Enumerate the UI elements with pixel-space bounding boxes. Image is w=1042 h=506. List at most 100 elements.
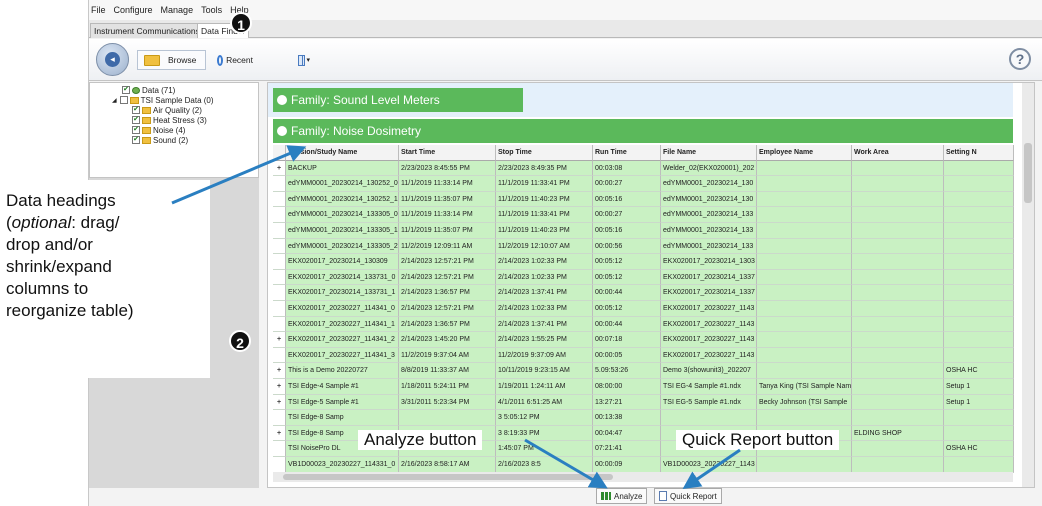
checkbox-icon[interactable]: ✔ (132, 106, 140, 114)
column-header[interactable]: Work Area (852, 145, 944, 161)
column-header[interactable]: Employee Name (757, 145, 852, 161)
table-row[interactable]: edYMM0001_20230214_130252_1 11/1/2019 11:… (273, 191, 1014, 208)
help-button[interactable]: ? (1009, 48, 1031, 70)
table-row[interactable]: EKX020017_20230227_114341_0 2/14/2023 12:… (273, 301, 1014, 317)
table-cell: 2/14/2023 1:36:57 PM (399, 316, 496, 333)
expand-row-button[interactable] (273, 238, 286, 255)
table-row[interactable]: edYMM0001_20230214_130252_0 11/1/2019 11:… (273, 176, 1014, 192)
expand-arrow-icon[interactable]: ◢ (112, 97, 117, 104)
table-row[interactable]: VB1D00023_20230227_114331_0 2/16/2023 8:5… (273, 457, 1014, 473)
table-cell (944, 176, 1014, 192)
quick-report-button[interactable]: Quick Report (654, 488, 722, 504)
tree-item-heat-stress[interactable]: ✔ Heat Stress (3) (132, 115, 207, 125)
column-header[interactable]: Stop Time (496, 145, 593, 161)
tree-item-tsi-sample-data[interactable]: ◢ TSI Sample Data (0) (112, 95, 214, 105)
column-chooser-button[interactable]: ▾ (291, 50, 317, 70)
expand-row-button[interactable] (273, 254, 286, 270)
table-row[interactable]: EKX020017_20230214_133731_1 2/14/2023 1:3… (273, 285, 1014, 301)
expand-row-button[interactable] (273, 269, 286, 286)
table-cell: 00:05:16 (593, 191, 661, 208)
folder-icon (129, 96, 139, 104)
table-cell: This is a Demo 20220727 (286, 363, 399, 379)
table-row[interactable]: + TSI Edge-5 Sample #1 3/31/2011 5:23:34 P… (273, 394, 1014, 411)
collapse-icon (277, 126, 287, 136)
checkbox-icon[interactable]: ✔ (122, 86, 130, 94)
checkbox-icon[interactable]: ✔ (132, 136, 140, 144)
expand-row-button[interactable]: + (273, 363, 286, 379)
tree-item-noise[interactable]: ✔ Noise (4) (132, 125, 185, 135)
table-cell: 00:00:05 (593, 347, 661, 364)
checkbox-icon[interactable]: ✔ (132, 116, 140, 124)
expand-row-button[interactable]: + (273, 394, 286, 411)
table-row[interactable]: + TSI Edge-4 Sample #1 1/18/2011 5:24:11 P… (273, 379, 1014, 395)
expand-row-button[interactable] (273, 410, 286, 426)
vertical-scrollbar[interactable] (1022, 83, 1034, 487)
table-row[interactable]: edYMM0001_20230214_133305_0 11/1/2019 11:… (273, 207, 1014, 223)
home-button[interactable]: ◂ (96, 43, 129, 76)
table-cell: 2/16/2023 8:58:17 AM (399, 457, 496, 473)
table-row[interactable]: + BACKUP 2/23/2023 8:45:55 PM 2/23/2023 8:4… (273, 160, 1014, 177)
column-header[interactable]: Setting N (944, 145, 1014, 161)
tree-label: Heat Stress (3) (153, 115, 207, 125)
scroll-thumb[interactable] (283, 474, 613, 480)
table-row[interactable]: + EKX020017_20230227_114341_2 2/14/2023 1:… (273, 332, 1014, 348)
search-icon (217, 54, 224, 66)
expand-row-button[interactable]: + (273, 160, 286, 177)
table-cell (757, 191, 852, 208)
menu-file[interactable]: File (91, 5, 106, 15)
column-header[interactable]: File Name (661, 145, 757, 161)
recent-button[interactable]: Recent (210, 50, 260, 70)
expand-row-button[interactable] (273, 347, 286, 364)
analyze-button[interactable]: Analyze (596, 488, 648, 504)
expand-row-button[interactable]: + (273, 425, 286, 442)
tab-instrument-communications[interactable]: Instrument Communications (90, 23, 204, 38)
expand-row-button[interactable] (273, 207, 286, 223)
column-header[interactable]: Session/Study Name (286, 145, 399, 161)
expand-row-button[interactable] (273, 441, 286, 457)
menu-manage[interactable]: Manage (161, 5, 194, 15)
table-row[interactable]: EKX020017_20230227_114341_3 11/2/2019 9:3… (273, 347, 1014, 364)
table-row[interactable]: edYMM0001_20230214_133305_2 11/2/2019 12:… (273, 238, 1014, 255)
table-row[interactable]: TSI Edge-8 Samp 3 5:05:12 PM 00:13:38 (273, 410, 1014, 426)
table-row[interactable]: EKX020017_20230227_114341_1 2/14/2023 1:3… (273, 316, 1014, 333)
table-cell: 00:03:08 (593, 160, 661, 177)
table-cell: 00:13:38 (593, 410, 661, 426)
checkbox-icon[interactable] (119, 96, 128, 104)
menu-tools[interactable]: Tools (201, 5, 222, 15)
table-row[interactable]: EKX020017_20230214_133731_0 2/14/2023 12:… (273, 269, 1014, 286)
table-cell: 13:27:21 (593, 394, 661, 411)
expand-row-button[interactable] (273, 316, 286, 333)
table-cell: 11/2/2019 9:37:09 AM (496, 347, 593, 364)
horizontal-scrollbar[interactable] (273, 472, 1013, 482)
analyze-label: Analyze (614, 491, 643, 501)
tree-item-air-quality[interactable]: ✔ Air Quality (2) (132, 105, 202, 115)
scroll-thumb[interactable] (1024, 143, 1032, 203)
expand-row-button[interactable] (273, 457, 286, 473)
tree-item-data[interactable]: ✔ Data (71) (122, 85, 175, 95)
tree-item-sound[interactable]: ✔ Sound (2) (132, 135, 188, 145)
expand-row-button[interactable]: + (273, 379, 286, 395)
menu-configure[interactable]: Configure (114, 5, 153, 15)
table-row[interactable]: + This is a Demo 20220727 8/8/2019 11:33:3… (273, 363, 1014, 379)
checkbox-icon[interactable]: ✔ (132, 126, 140, 134)
expand-row-button[interactable] (273, 285, 286, 301)
table-row[interactable]: edYMM0001_20230214_133305_1 11/1/2019 11:… (273, 223, 1014, 239)
table-cell: 10/11/2019 9:23:15 AM (496, 363, 593, 379)
table-cell: 2/16/2023 8:5 (496, 457, 593, 473)
tree-label: Data (71) (142, 85, 176, 95)
table-cell: edYMM0001_20230214_130252_1 (286, 191, 399, 208)
expand-row-button[interactable] (273, 223, 286, 239)
family-sound-level-meters[interactable]: Family: Sound Level Meters (273, 88, 523, 112)
column-header[interactable]: Start Time (399, 145, 496, 161)
table-row[interactable]: EKX020017_20230214_130309 2/14/2023 12:57… (273, 254, 1014, 270)
expand-row-button[interactable] (273, 176, 286, 192)
table-cell: 2/14/2023 1:37:41 PM (496, 285, 593, 301)
expand-row-button[interactable] (273, 191, 286, 208)
table-cell (757, 269, 852, 286)
expand-row-button[interactable] (273, 301, 286, 317)
family-noise-dosimetry[interactable]: Family: Noise Dosimetry (273, 119, 1013, 143)
browse-button[interactable]: Browse (137, 50, 206, 70)
expand-row-button[interactable]: + (273, 332, 286, 348)
table-header-row: Session/Study Name Start Time Stop Time Run… (273, 145, 1014, 161)
column-header[interactable]: Run Time (593, 145, 661, 161)
